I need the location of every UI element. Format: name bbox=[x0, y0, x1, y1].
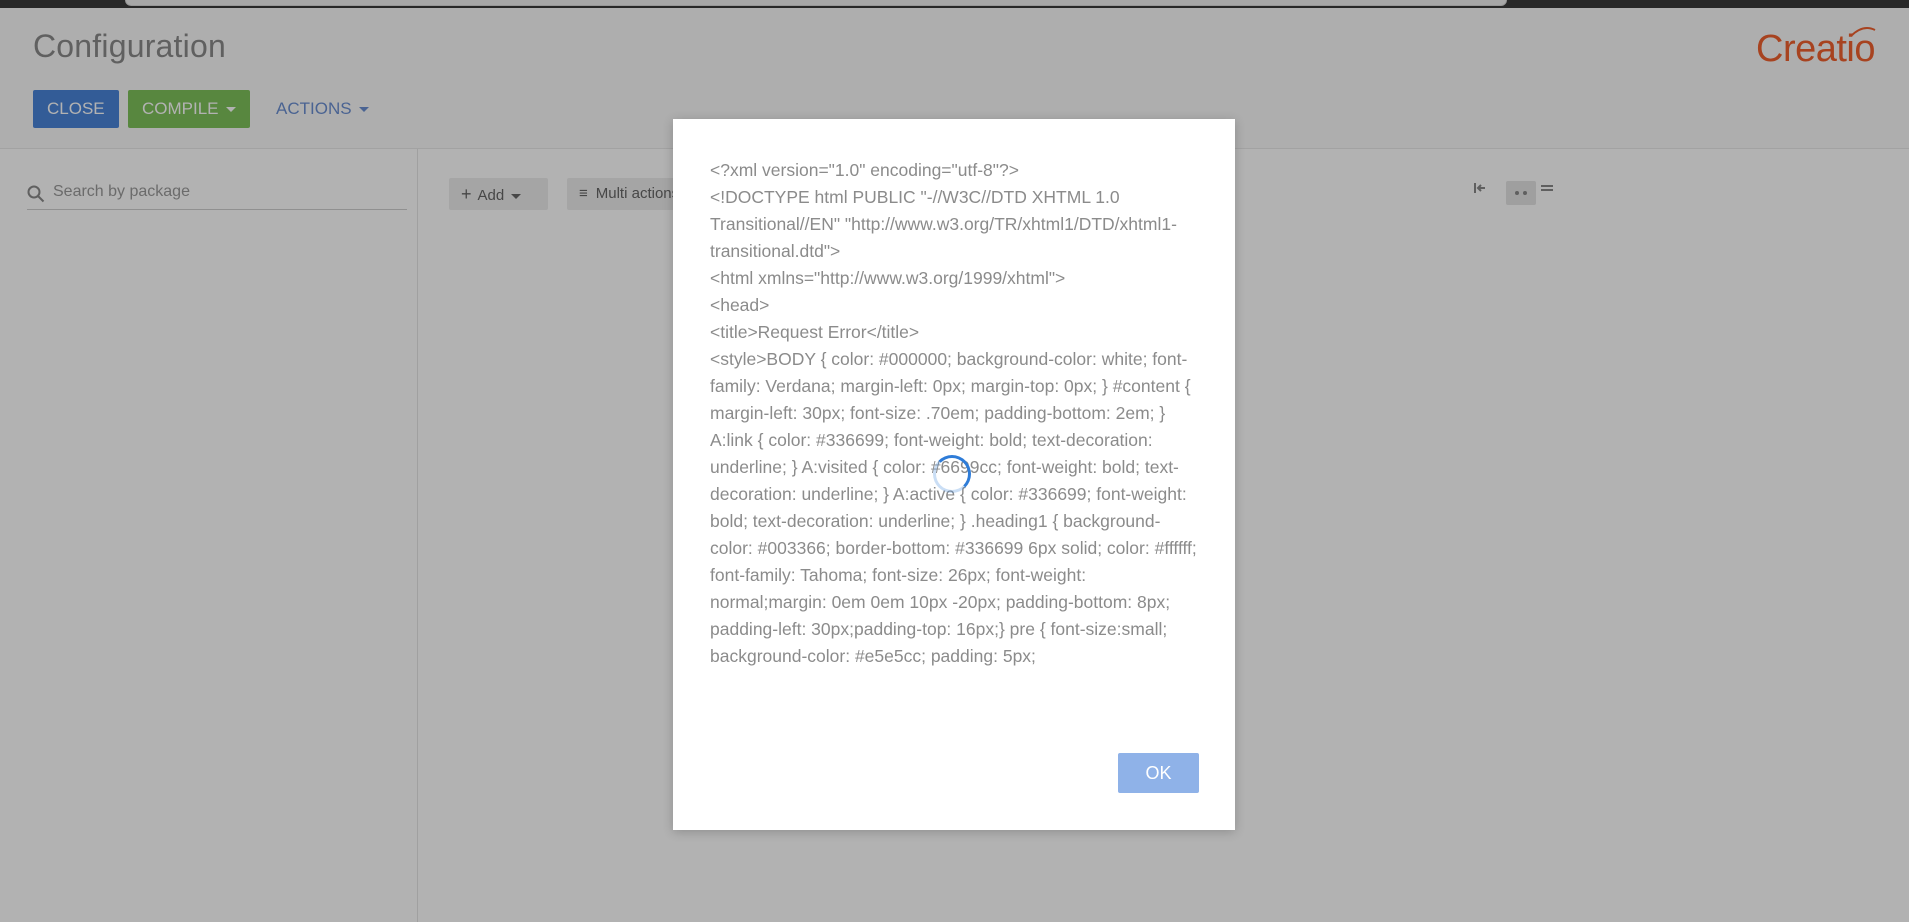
ok-button[interactable]: OK bbox=[1118, 753, 1199, 793]
loading-spinner-icon bbox=[933, 455, 971, 493]
error-message: <?xml version="1.0" encoding="utf-8"?> <… bbox=[710, 160, 1197, 666]
